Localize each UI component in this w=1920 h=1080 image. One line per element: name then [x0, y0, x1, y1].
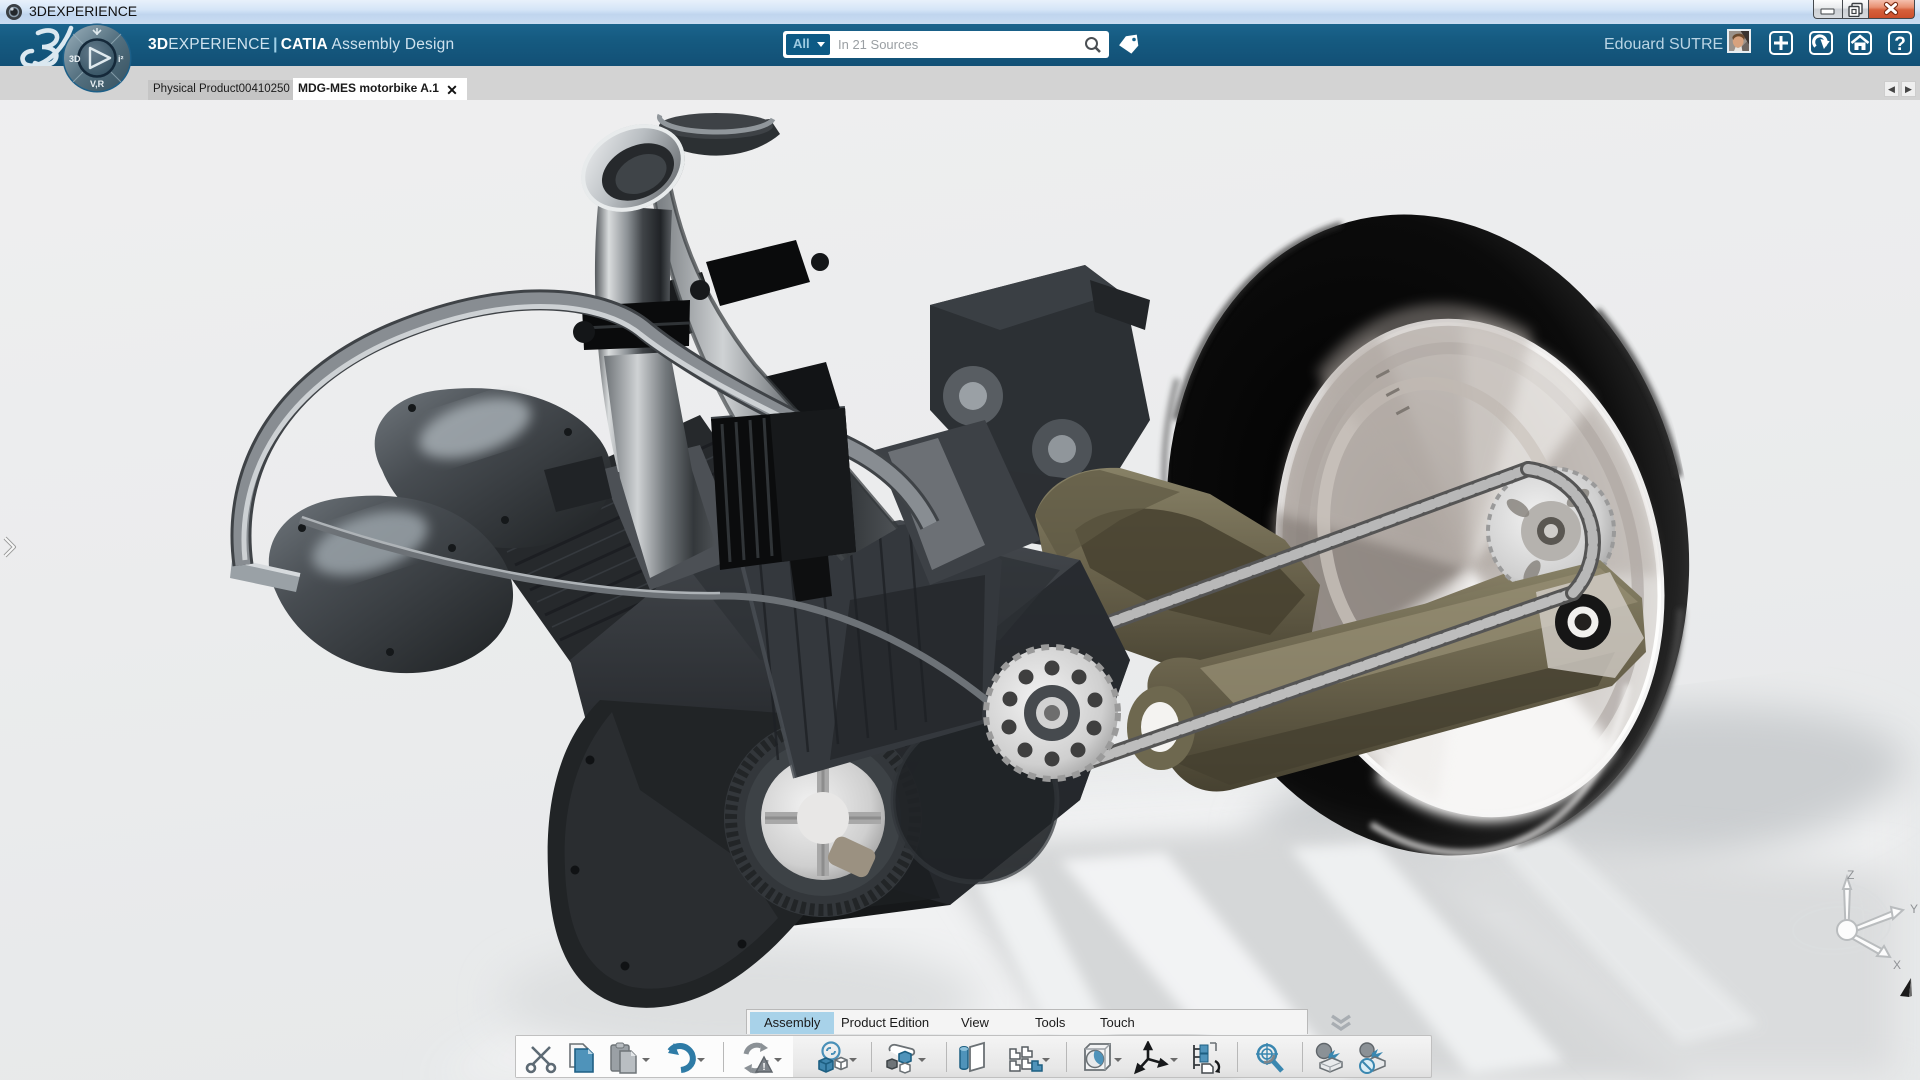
svg-text:3D: 3D: [69, 54, 81, 64]
svg-text:X: X: [1893, 958, 1901, 972]
svg-text:V,R: V,R: [90, 79, 105, 89]
svg-text:i²: i²: [118, 54, 124, 64]
svg-text:!: !: [762, 1062, 765, 1073]
svg-text:Y: Y: [1910, 902, 1918, 916]
svg-text:Z: Z: [1847, 868, 1854, 882]
